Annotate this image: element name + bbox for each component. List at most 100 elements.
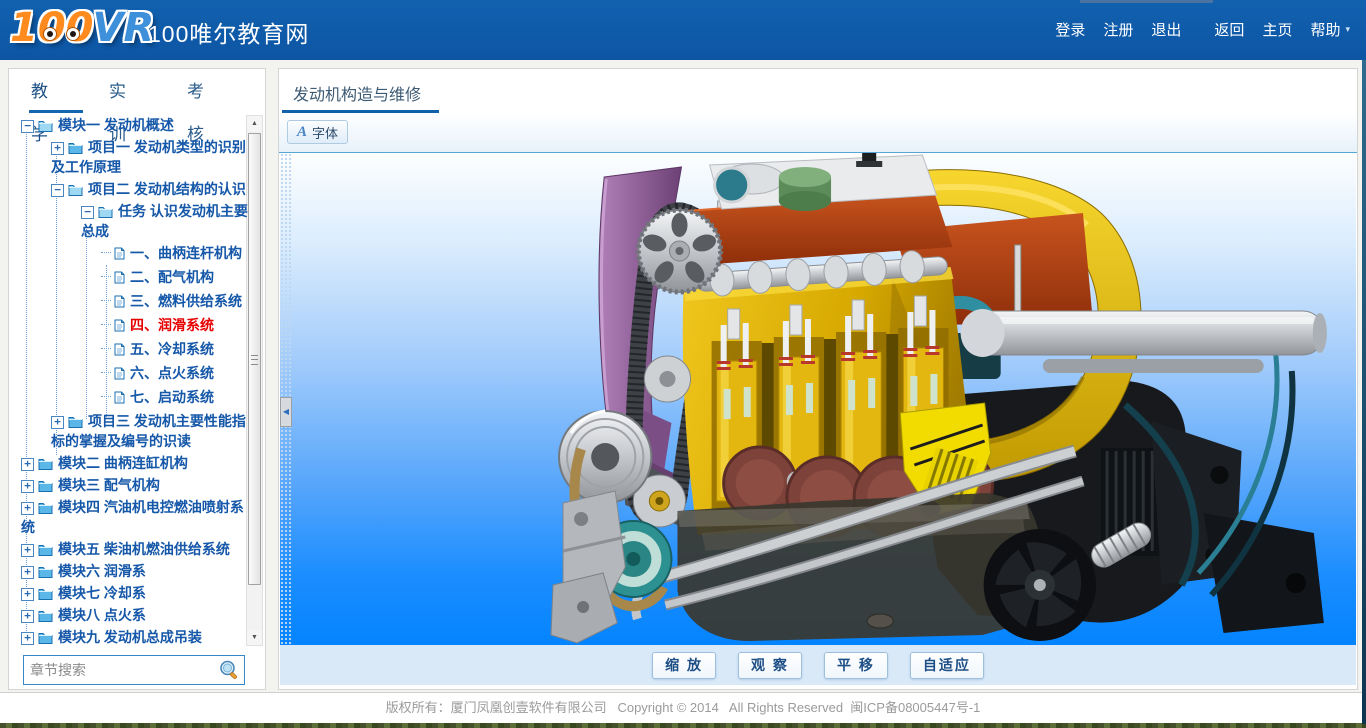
font-button[interactable]: A 字体 — [287, 120, 348, 144]
document-icon — [114, 271, 125, 284]
document-icon — [114, 295, 125, 308]
magnifier-icon[interactable] — [218, 659, 240, 681]
tree-node-label[interactable]: 模块一 发动机概述 — [58, 117, 174, 133]
model-viewer-canvas[interactable]: ◀ — [280, 153, 1356, 645]
home-link[interactable]: 主页 — [1262, 19, 1292, 40]
tree-node-label[interactable]: 模块九 发动机总成吊装 — [58, 629, 202, 645]
tree-node[interactable]: + 模块八 点火系 — [15, 605, 249, 625]
tree-node-label[interactable]: 模块七 冷却系 — [58, 585, 146, 601]
tree-node[interactable]: + 模块七 冷却系 — [15, 583, 249, 603]
site-title: 100唯尔教育网 — [148, 15, 309, 49]
tree-node-label[interactable]: 二、配气机构 — [130, 269, 214, 285]
folder-icon — [68, 183, 83, 196]
expand-toggle-icon[interactable]: + — [51, 416, 64, 429]
collapse-toggle-icon[interactable]: − — [51, 184, 64, 197]
tree-node[interactable]: +项目一 发动机类型的识别及工作原理 — [15, 137, 249, 177]
tree-node[interactable]: 三、燃料供给系统 — [15, 291, 249, 311]
tree-node-label[interactable]: 模块八 点火系 — [58, 607, 146, 623]
tree-node-label[interactable]: 三、燃料供给系统 — [130, 293, 242, 309]
tab-assessment[interactable]: 考 核 — [187, 70, 241, 113]
module-tree: − 模块一 发动机概述 +项目一 发动机类型的识别及工作原理 − 项目二 发动机结构的认… — [15, 115, 249, 655]
engine-3d-model[interactable] — [280, 153, 1356, 645]
tree-node[interactable]: + 模块二 曲柄连缸机构 — [15, 453, 249, 473]
tree-node[interactable]: + 模块九 发动机总成吊装 — [15, 627, 249, 647]
tree-node-label[interactable]: 五、冷却系统 — [130, 341, 214, 357]
tree-node[interactable]: − 项目二 发动机结构的认识 — [15, 179, 249, 199]
tree-node-label[interactable]: 模块五 柴油机燃油供给系统 — [58, 541, 230, 557]
folder-icon — [38, 479, 53, 492]
content-tabs: 发动机构造与维修 — [279, 69, 1357, 114]
header-edge-strip — [1080, 0, 1213, 3]
search-input[interactable] — [24, 662, 218, 678]
logo-eye — [66, 27, 80, 41]
zoom-button[interactable]: 缩 放 — [652, 652, 716, 679]
document-icon — [114, 319, 125, 332]
scroll-down-arrow-icon[interactable]: ▼ — [247, 630, 262, 645]
expand-toggle-icon[interactable]: + — [21, 544, 34, 557]
tree-node[interactable]: 五、冷却系统 — [15, 339, 249, 359]
tree-node[interactable]: + 模块六 润滑系 — [15, 561, 249, 581]
tree-node-label[interactable]: 模块六 润滑系 — [58, 563, 146, 579]
tab-training[interactable]: 实 训 — [109, 70, 163, 113]
tree-node[interactable]: + 模块三 配气机构 — [15, 475, 249, 495]
folder-icon — [38, 631, 53, 644]
pan-button[interactable]: 平 移 — [824, 652, 888, 679]
expand-toggle-icon[interactable]: + — [51, 142, 64, 155]
expand-toggle-icon[interactable]: + — [21, 632, 34, 645]
expand-toggle-icon[interactable]: + — [21, 588, 34, 601]
register-link[interactable]: 注册 — [1103, 19, 1133, 40]
expand-toggle-icon[interactable]: + — [21, 480, 34, 493]
login-link[interactable]: 登录 — [1055, 19, 1085, 40]
tree-node-label[interactable]: 六、点火系统 — [130, 365, 214, 381]
copyright-text: 版权所有：厦门凤凰创壹软件有限公司 Copyright © 2014 All R… — [386, 700, 981, 715]
back-link[interactable]: 返回 — [1214, 19, 1244, 40]
collapse-toggle-icon[interactable]: − — [81, 206, 94, 219]
tree-node-label[interactable]: 模块二 曲柄连缸机构 — [58, 455, 188, 471]
folder-icon — [38, 119, 53, 132]
folder-icon — [38, 565, 53, 578]
expand-toggle-icon[interactable]: + — [21, 458, 34, 471]
auto-fit-button[interactable]: 自适应 — [910, 652, 984, 679]
tree-node-label[interactable]: 模块四 汽油机电控燃油喷射系统 — [21, 499, 244, 535]
tree-node[interactable]: +模块四 汽油机电控燃油喷射系统 — [15, 497, 249, 537]
tree-node-label[interactable]: 七、启动系统 — [130, 389, 214, 405]
logo-vr: VR — [93, 5, 155, 51]
engine-fan — [984, 529, 1096, 641]
viewer-controls: 缩 放观 察平 移自适应 — [280, 645, 1356, 685]
tree-node-label[interactable]: 项目二 发动机结构的认识 — [88, 181, 246, 197]
tree-node-label[interactable]: 一、曲柄连杆机构 — [130, 245, 242, 261]
collapse-sidebar-arrow-icon[interactable]: ◀ — [280, 397, 292, 427]
tree-node[interactable]: 一、曲柄连杆机构 — [15, 243, 249, 263]
viewer-toolbar: A 字体 — [279, 113, 1357, 153]
tree-node[interactable]: −任务 认识发动机主要总成 — [15, 201, 249, 241]
tab-teaching[interactable]: 教 学 — [31, 70, 85, 113]
site-logo[interactable]: 100VR — [10, 5, 142, 57]
tree-node[interactable]: 二、配气机构 — [15, 267, 249, 287]
engine-cam-sprocket — [638, 210, 720, 292]
tree-node[interactable]: + 模块五 柴油机燃油供给系统 — [15, 539, 249, 559]
tree-node[interactable]: +项目三 发动机主要性能指标的掌握及编号的识读 — [15, 411, 249, 451]
tab-engine-course[interactable]: 发动机构造与维修 — [293, 81, 421, 105]
tree-node[interactable]: 四、润滑系统 — [15, 315, 249, 335]
document-icon — [114, 343, 125, 356]
tree-node-label[interactable]: 模块三 配气机构 — [58, 477, 160, 493]
tree-node-label[interactable]: 四、润滑系统 — [130, 317, 214, 333]
sidebar-panel: 教 学实 训考 核 − 模块一 发动机概述 +项目一 发动机类型的识别及工作原理 − 项… — [8, 68, 266, 690]
tree-node[interactable]: − 模块一 发动机概述 — [15, 115, 249, 135]
document-icon — [114, 391, 125, 404]
expand-toggle-icon[interactable]: + — [21, 610, 34, 623]
tree-node[interactable]: 六、点火系统 — [15, 363, 249, 383]
help-link[interactable]: 帮助 — [1310, 19, 1340, 40]
scrollbar-thumb[interactable] — [248, 133, 261, 585]
expand-toggle-icon[interactable]: + — [21, 566, 34, 579]
tree-connector — [101, 348, 111, 350]
expand-toggle-icon[interactable]: + — [21, 502, 34, 515]
scroll-up-arrow-icon[interactable]: ▲ — [247, 116, 262, 131]
scrollbar-grip-icon — [251, 355, 258, 365]
tree-node[interactable]: 七、启动系统 — [15, 387, 249, 407]
header-nav: 登录注册退出返回主页帮助▾ — [1037, 19, 1350, 40]
observe-button[interactable]: 观 察 — [738, 652, 802, 679]
collapse-toggle-icon[interactable]: − — [21, 120, 34, 133]
top-header: 100VR 100唯尔教育网 登录注册退出返回主页帮助▾ — [0, 0, 1366, 60]
logout-link[interactable]: 退出 — [1151, 19, 1181, 40]
